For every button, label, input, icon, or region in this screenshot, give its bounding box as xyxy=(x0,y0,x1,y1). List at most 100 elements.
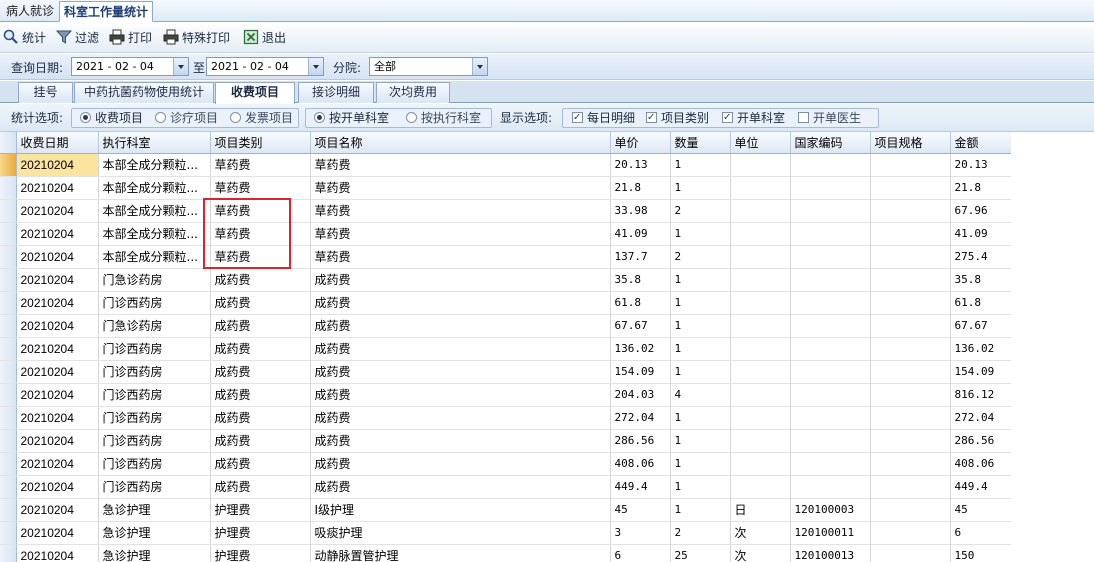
table-cell[interactable] xyxy=(870,222,951,246)
table-cell[interactable]: 67.67 xyxy=(950,314,1011,338)
table-cell[interactable]: 150 xyxy=(950,544,1011,562)
table-cell[interactable]: 1 xyxy=(670,222,731,246)
table-cell[interactable]: 120100011 xyxy=(790,521,871,545)
radio-by-ordering-dept[interactable]: 按开单科室 xyxy=(314,110,389,126)
table-cell[interactable]: 21.8 xyxy=(610,176,671,200)
table-cell[interactable]: 1 xyxy=(670,268,731,292)
check-item-category[interactable]: 项目类别 xyxy=(646,110,709,126)
table-cell[interactable]: 成药费 xyxy=(210,337,311,361)
table-cell[interactable] xyxy=(870,475,951,499)
table-cell[interactable]: 1 xyxy=(670,429,731,453)
row-indicator[interactable] xyxy=(0,222,17,246)
table-cell[interactable]: 草药费 xyxy=(210,153,311,177)
table-cell[interactable]: 门急诊药房 xyxy=(98,314,211,338)
table-cell[interactable] xyxy=(870,176,951,200)
table-cell[interactable]: 草药费 xyxy=(210,199,311,223)
check-daily-detail[interactable]: 每日明细 xyxy=(572,110,635,126)
table-cell[interactable]: 20210204 xyxy=(16,498,99,522)
table-row[interactable]: 20210204 本部全成分颗粒... 草药费 草药费 41.09 1 41.09 xyxy=(0,222,1011,246)
table-cell[interactable] xyxy=(730,176,791,200)
column-header[interactable]: 金额 xyxy=(950,132,1011,154)
table-cell[interactable]: 25 xyxy=(670,544,731,562)
table-cell[interactable]: 45 xyxy=(610,498,671,522)
table-cell[interactable]: 20210204 xyxy=(16,452,99,476)
table-row[interactable]: 20210204 门诊西药房 成药费 成药费 154.09 1 154.09 xyxy=(0,360,1011,384)
table-cell[interactable] xyxy=(870,360,951,384)
table-cell[interactable]: 33.98 xyxy=(610,199,671,223)
table-cell[interactable]: 136.02 xyxy=(610,337,671,361)
table-cell[interactable]: 本部全成分颗粒... xyxy=(98,222,211,246)
table-row[interactable]: 20210204 门诊西药房 成药费 成药费 136.02 1 136.02 xyxy=(0,337,1011,361)
table-cell[interactable]: 成药费 xyxy=(310,360,611,384)
table-cell[interactable]: 67.67 xyxy=(610,314,671,338)
tab-visit-details[interactable]: 接诊明细 xyxy=(298,82,374,103)
table-cell[interactable]: 1 xyxy=(670,291,731,315)
table-cell[interactable] xyxy=(870,521,951,545)
table-cell[interactable]: 本部全成分颗粒... xyxy=(98,245,211,269)
table-cell[interactable]: 816.12 xyxy=(950,383,1011,407)
table-cell[interactable]: 154.09 xyxy=(610,360,671,384)
table-cell[interactable]: 67.96 xyxy=(950,199,1011,223)
table-cell[interactable] xyxy=(790,314,871,338)
row-indicator[interactable] xyxy=(0,521,17,545)
table-cell[interactable]: 272.04 xyxy=(950,406,1011,430)
doc-tab-patient-visit[interactable]: 病人就诊 xyxy=(2,1,58,22)
table-cell[interactable]: 61.8 xyxy=(610,291,671,315)
table-cell[interactable]: 成药费 xyxy=(210,360,311,384)
table-cell[interactable] xyxy=(870,153,951,177)
filter-button[interactable]: 过滤 xyxy=(56,28,99,48)
table-cell[interactable]: 成药费 xyxy=(310,475,611,499)
table-cell[interactable]: 门诊西药房 xyxy=(98,360,211,384)
row-indicator[interactable] xyxy=(0,314,17,338)
table-cell[interactable]: 门诊西药房 xyxy=(98,452,211,476)
table-cell[interactable]: 61.8 xyxy=(950,291,1011,315)
table-cell[interactable]: 1 xyxy=(670,176,731,200)
table-cell[interactable]: 275.4 xyxy=(950,245,1011,269)
table-row[interactable]: 20210204 急诊护理 护理费 动静脉置管护理 6 25 次 120100013 150 xyxy=(0,544,1011,562)
table-cell[interactable]: 449.4 xyxy=(950,475,1011,499)
row-indicator[interactable] xyxy=(0,268,17,292)
table-cell[interactable]: 门诊西药房 xyxy=(98,291,211,315)
table-cell[interactable] xyxy=(870,337,951,361)
tab-charge-items[interactable]: 收费项目 xyxy=(215,82,295,104)
table-cell[interactable]: 1 xyxy=(670,153,731,177)
column-header[interactable]: 收费日期 xyxy=(16,132,99,154)
table-cell[interactable]: 草药费 xyxy=(210,245,311,269)
table-cell[interactable]: 449.4 xyxy=(610,475,671,499)
table-cell[interactable]: 204.03 xyxy=(610,383,671,407)
tab-registration[interactable]: 挂号 xyxy=(18,82,73,103)
table-cell[interactable]: 门诊西药房 xyxy=(98,475,211,499)
column-header[interactable]: 项目规格 xyxy=(870,132,951,154)
table-cell[interactable]: 吸痰护理 xyxy=(310,521,611,545)
table-cell[interactable]: 成药费 xyxy=(310,314,611,338)
table-cell[interactable] xyxy=(730,199,791,223)
table-cell[interactable]: 20210204 xyxy=(16,268,99,292)
chevron-down-icon[interactable] xyxy=(173,58,188,75)
table-cell[interactable]: 20.13 xyxy=(950,153,1011,177)
table-cell[interactable]: 本部全成分颗粒... xyxy=(98,199,211,223)
to-date-picker[interactable]: 2021 - 02 - 04 xyxy=(206,57,324,76)
column-header[interactable]: 国家编码 xyxy=(790,132,871,154)
column-header[interactable]: 单价 xyxy=(610,132,671,154)
table-cell[interactable]: 45 xyxy=(950,498,1011,522)
table-cell[interactable]: 日 xyxy=(730,498,791,522)
radio-charge-items[interactable]: 收费项目 xyxy=(80,110,143,126)
table-cell[interactable] xyxy=(790,222,871,246)
table-cell[interactable]: 20210204 xyxy=(16,245,99,269)
table-row[interactable]: 20210204 本部全成分颗粒... 草药费 草药费 20.13 1 20.13 xyxy=(0,153,1011,177)
table-cell[interactable] xyxy=(790,337,871,361)
row-indicator[interactable] xyxy=(0,452,17,476)
table-cell[interactable]: 20210204 xyxy=(16,176,99,200)
table-cell[interactable]: 次 xyxy=(730,521,791,545)
table-cell[interactable]: 急诊护理 xyxy=(98,544,211,562)
row-indicator[interactable] xyxy=(0,498,17,522)
row-indicator[interactable] xyxy=(0,383,17,407)
table-cell[interactable]: 4 xyxy=(670,383,731,407)
table-cell[interactable] xyxy=(870,199,951,223)
table-cell[interactable]: 2 xyxy=(670,245,731,269)
table-cell[interactable]: 急诊护理 xyxy=(98,521,211,545)
table-row[interactable]: 20210204 门诊西药房 成药费 成药费 286.56 1 286.56 xyxy=(0,429,1011,453)
table-cell[interactable]: 成药费 xyxy=(210,406,311,430)
row-indicator[interactable] xyxy=(0,337,17,361)
table-cell[interactable]: 286.56 xyxy=(950,429,1011,453)
